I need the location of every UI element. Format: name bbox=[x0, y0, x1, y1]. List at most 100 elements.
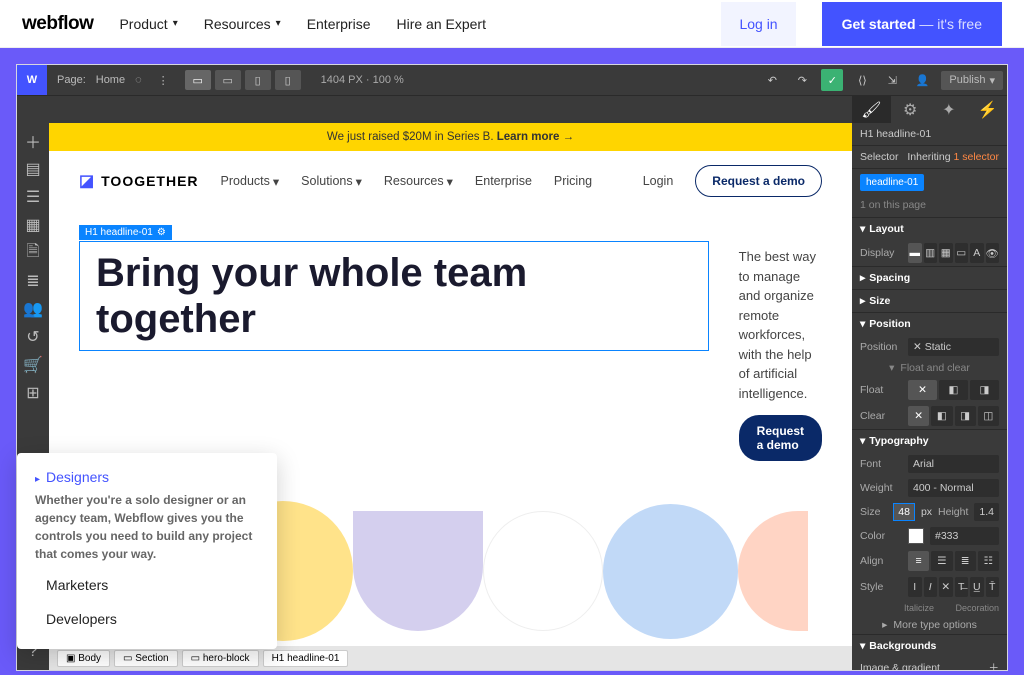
class-chip[interactable]: headline-01 bbox=[860, 174, 924, 191]
float-clear-label[interactable]: Float and clear bbox=[900, 362, 969, 374]
display-inline[interactable]: A bbox=[970, 243, 984, 263]
inheriting-count[interactable]: 1 selector bbox=[953, 151, 999, 163]
site-nav-enterprise[interactable]: Enterprise bbox=[475, 174, 532, 188]
style-regular[interactable]: I bbox=[908, 577, 922, 597]
more-type-options[interactable]: More type options bbox=[893, 619, 976, 631]
section-position[interactable]: ▾ Position bbox=[852, 313, 1007, 335]
align-left[interactable]: ≡ bbox=[908, 551, 929, 571]
font-value[interactable]: Arial bbox=[908, 455, 999, 473]
hero-subcopy[interactable]: The best way to manage and organize remo… bbox=[739, 247, 822, 403]
canvas-zoom[interactable]: 100 % bbox=[373, 74, 404, 86]
panel-tab-settings[interactable]: ⚙ bbox=[891, 96, 930, 123]
clear-left[interactable]: ◧ bbox=[931, 406, 952, 426]
breakpoint-mobile[interactable]: ▯ bbox=[275, 70, 301, 90]
site-request-demo[interactable]: Request a demo bbox=[695, 165, 822, 197]
display-flex[interactable]: ▥ bbox=[924, 243, 938, 263]
weight-value[interactable]: 400 - Normal bbox=[908, 479, 999, 497]
hero-cta[interactable]: Request a demo bbox=[739, 415, 822, 461]
export-icon[interactable]: ⇲ bbox=[881, 69, 903, 91]
site-logo[interactable]: ◪TOOGETHER bbox=[79, 171, 199, 191]
preview-icon[interactable]: ◌ bbox=[135, 74, 142, 86]
site-nav-solutions[interactable]: Solutions ▾ bbox=[301, 174, 362, 189]
float-none[interactable]: ✕ bbox=[908, 380, 937, 400]
align-center[interactable]: ☰ bbox=[931, 551, 952, 571]
apps-icon[interactable]: ⊞ bbox=[21, 381, 45, 405]
breakpoint-desktop[interactable]: ▭ bbox=[185, 70, 211, 90]
dropdown-item-marketers[interactable]: Marketers bbox=[35, 577, 259, 593]
display-none[interactable]: 👁 bbox=[986, 243, 1000, 263]
status-ok-icon[interactable]: ✓ bbox=[821, 69, 843, 91]
code-icon[interactable]: ⟨⟩ bbox=[851, 69, 873, 91]
pages-icon[interactable]: ▤ bbox=[21, 157, 45, 181]
site-nav-products[interactable]: Products ▾ bbox=[221, 174, 280, 189]
float-right[interactable]: ◨ bbox=[970, 380, 999, 400]
style-italic[interactable]: I bbox=[924, 577, 938, 597]
page-name[interactable]: Home bbox=[96, 74, 125, 86]
nav-hire-expert[interactable]: Hire an Expert bbox=[397, 16, 486, 32]
site-nav-pricing[interactable]: Pricing bbox=[554, 174, 592, 188]
panel-tab-interactions[interactable]: ✦ bbox=[930, 96, 969, 123]
cms-icon[interactable]: ≣ bbox=[21, 269, 45, 293]
webflow-icon[interactable]: W bbox=[17, 65, 47, 95]
publish-button[interactable]: Publish ▾ bbox=[941, 71, 1003, 90]
crumb-hero[interactable]: ▭ hero-block bbox=[182, 650, 259, 667]
align-right[interactable]: ≣ bbox=[955, 551, 976, 571]
redo-icon[interactable]: ↷ bbox=[791, 69, 813, 91]
crumb-section[interactable]: ▭ Section bbox=[114, 650, 178, 667]
cart-icon[interactable]: 🛒 bbox=[21, 353, 45, 377]
float-left[interactable]: ◧ bbox=[939, 380, 968, 400]
crumb-body[interactable]: ▣ Body bbox=[57, 650, 110, 667]
section-size[interactable]: ▸ Size bbox=[852, 290, 1007, 312]
nav-resources[interactable]: Resources▾ bbox=[204, 16, 281, 32]
users-icon[interactable]: 👥 bbox=[21, 297, 45, 321]
clear-right[interactable]: ◨ bbox=[955, 406, 976, 426]
clear-both[interactable]: ◫ bbox=[978, 406, 999, 426]
add-bg-icon[interactable]: ＋ bbox=[989, 660, 1000, 670]
deco-none[interactable]: ✕ bbox=[939, 577, 953, 597]
panel-tab-style[interactable]: 🖌 bbox=[852, 96, 891, 123]
line-height-value[interactable]: 1.4 bbox=[974, 503, 999, 521]
nav-enterprise[interactable]: Enterprise bbox=[307, 16, 371, 32]
undo-icon[interactable]: ↶ bbox=[761, 69, 783, 91]
user-icon[interactable]: 👤 bbox=[911, 69, 933, 91]
components-icon[interactable]: ▦ bbox=[21, 213, 45, 237]
dropdown-item-designers[interactable]: Designers Whether you're a solo designer… bbox=[35, 469, 259, 563]
banner-learn-more[interactable]: Learn more bbox=[497, 131, 560, 143]
canvas-width[interactable]: 1404 PX bbox=[321, 74, 363, 86]
deco-strike[interactable]: T̶ bbox=[955, 577, 969, 597]
display-inline-block[interactable]: ▭ bbox=[955, 243, 969, 263]
login-button[interactable]: Log in bbox=[721, 2, 795, 46]
dropdown-item-developers[interactable]: Developers bbox=[35, 611, 259, 627]
section-backgrounds[interactable]: ▾ Backgrounds bbox=[852, 635, 1007, 657]
get-started-button[interactable]: Get started — it's free bbox=[822, 2, 1002, 46]
breakpoint-tablet[interactable]: ▭ bbox=[215, 70, 241, 90]
section-spacing[interactable]: ▸ Spacing bbox=[852, 267, 1007, 289]
nav-product[interactable]: Product▾ bbox=[119, 16, 177, 32]
gear-icon[interactable]: ⚙ bbox=[157, 227, 166, 238]
text-color-value[interactable]: #333 bbox=[930, 527, 999, 545]
navigator-icon[interactable]: ☰ bbox=[21, 185, 45, 209]
display-block[interactable]: ▬ bbox=[908, 243, 922, 263]
align-justify[interactable]: ☷ bbox=[978, 551, 999, 571]
site-login[interactable]: Login bbox=[643, 174, 674, 188]
site-nav-resources[interactable]: Resources ▾ bbox=[384, 174, 453, 189]
crumb-headline[interactable]: H1 headline-01 bbox=[263, 650, 349, 667]
deco-overline[interactable]: T̄ bbox=[986, 577, 1000, 597]
add-icon[interactable]: ＋ bbox=[21, 129, 45, 153]
section-layout[interactable]: ▾ Layout bbox=[852, 218, 1007, 240]
ecommerce-icon[interactable]: ↺ bbox=[21, 325, 45, 349]
color-swatch[interactable] bbox=[908, 528, 924, 544]
clear-none[interactable]: ✕ bbox=[908, 406, 929, 426]
deco-underline[interactable]: U̲ bbox=[970, 577, 984, 597]
more-icon[interactable]: ⋮ bbox=[152, 74, 175, 87]
panel-tab-effects[interactable]: ⚡ bbox=[968, 96, 1007, 123]
display-grid[interactable]: ▦ bbox=[939, 243, 953, 263]
webflow-logo[interactable]: webflow bbox=[22, 13, 93, 35]
section-typography[interactable]: ▾ Typography bbox=[852, 430, 1007, 452]
position-value[interactable]: ✕ Static bbox=[908, 338, 999, 356]
font-size-input[interactable]: 48 bbox=[893, 503, 915, 521]
selection-tag[interactable]: H1 headline-01⚙ bbox=[79, 225, 172, 240]
breakpoint-mobile-l[interactable]: ▯ bbox=[245, 70, 271, 90]
hero-headline[interactable]: Bring your whole team together bbox=[79, 241, 709, 351]
assets-icon[interactable]: 🗎 bbox=[21, 241, 45, 265]
